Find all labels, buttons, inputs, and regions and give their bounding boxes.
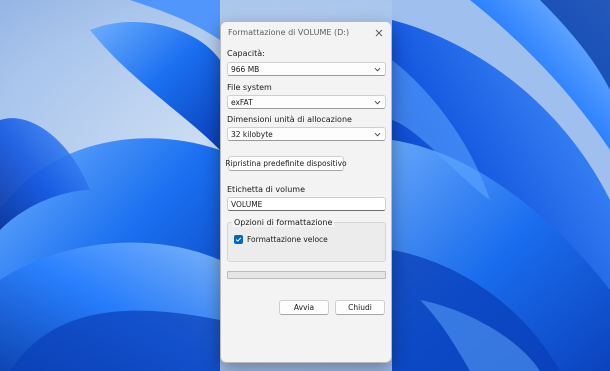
format-dialog: Formattazione di VOLUME (D:) Capacità: 9… <box>220 21 392 363</box>
allocation-select[interactable]: 32 kilobyte <box>227 127 386 141</box>
capacity-label: Capacità: <box>227 49 265 58</box>
chevron-down-icon <box>374 67 381 72</box>
format-options-title: Opzioni di formattazione <box>232 218 335 227</box>
close-icon <box>375 29 383 37</box>
file-system-value: exFAT <box>231 98 253 107</box>
restore-defaults-button[interactable]: Ripristina predefinite dispositivo <box>225 156 347 171</box>
volume-label-label: Etichetta di volume <box>227 185 306 194</box>
volume-label-input[interactable]: VOLUME <box>227 197 386 211</box>
window-title: Formattazione di VOLUME (D:) <box>228 28 350 37</box>
format-options-group: Opzioni di formattazione Formattazione v… <box>227 218 386 262</box>
allocation-value: 32 kilobyte <box>231 130 273 139</box>
allocation-label: Dimensioni unità di allocazione <box>227 115 352 124</box>
capacity-value: 966 MB <box>231 65 260 74</box>
checkmark-icon <box>235 237 242 242</box>
volume-label-value: VOLUME <box>231 200 263 209</box>
capacity-select[interactable]: 966 MB <box>227 62 386 76</box>
quick-format-checkbox[interactable] <box>234 235 243 244</box>
chevron-down-icon <box>374 132 381 137</box>
file-system-select[interactable]: exFAT <box>227 95 386 109</box>
chevron-down-icon <box>374 100 381 105</box>
start-button[interactable]: Avvia <box>279 300 329 315</box>
progress-bar <box>227 271 386 279</box>
titlebar: Formattazione di VOLUME (D:) <box>221 22 391 44</box>
close-button[interactable] <box>367 22 391 44</box>
close-dialog-button[interactable]: Chiudi <box>335 300 385 315</box>
quick-format-label: Formattazione veloce <box>247 235 328 244</box>
file-system-label: File system <box>227 83 272 92</box>
